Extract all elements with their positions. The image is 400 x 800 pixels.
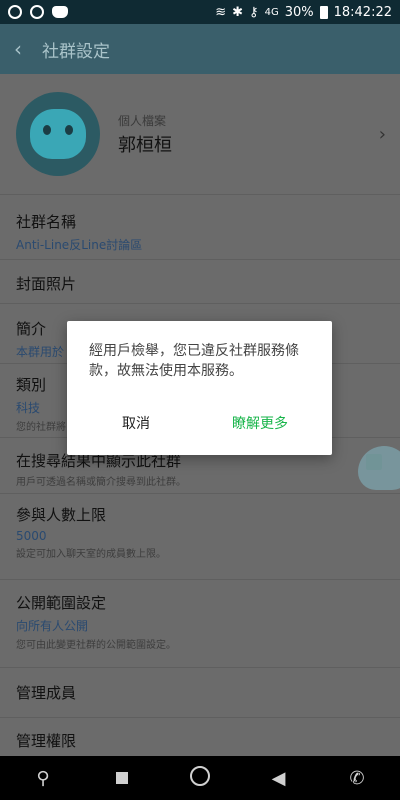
row-value: Anti-Line反Line討論區 bbox=[16, 238, 143, 252]
recent-apps-icon[interactable] bbox=[109, 768, 135, 789]
home-icon[interactable] bbox=[187, 765, 213, 791]
app-bar: ‹ 社群設定 bbox=[0, 24, 400, 74]
manage-admins-row[interactable]: 管理權限 bbox=[0, 717, 400, 756]
row-description: 您可由此變更社群的公開範圍設定。 bbox=[16, 640, 176, 651]
network-type: 4G bbox=[264, 6, 279, 18]
row-title: 社群名稱 bbox=[16, 213, 77, 231]
row-title: 管理成員 bbox=[16, 684, 77, 702]
target-icon bbox=[30, 5, 44, 19]
phone-icon[interactable]: ✆ bbox=[344, 768, 370, 789]
visibility-row[interactable]: 公開範圍設定 向所有人公開 您可由此變更社群的公開範圍設定。 bbox=[0, 579, 400, 667]
cancel-button[interactable]: 取消 bbox=[122, 413, 150, 433]
row-title: 管理權限 bbox=[16, 732, 77, 750]
profile-label: 個人檔案 bbox=[118, 113, 167, 128]
dialog-message: 經用戶檢舉，您已違反社群服務條款，故無法使用本服務。 bbox=[89, 343, 299, 379]
row-title: 封面照片 bbox=[16, 275, 77, 293]
navigation-bar: ⚲ ◀ ✆ bbox=[0, 756, 400, 800]
search-icon[interactable]: ⚲ bbox=[30, 768, 56, 789]
key-icon: ⚷ bbox=[249, 4, 259, 20]
row-description: 設定可加入聊天室的成員數上限。 bbox=[16, 549, 166, 560]
row-title: 公開範圍設定 bbox=[16, 594, 107, 612]
community-name-row[interactable]: 社群名稱 Anti-Line反Line討論區 bbox=[0, 194, 400, 259]
bluetooth-icon: ✱ bbox=[232, 4, 244, 20]
page-title: 社群設定 bbox=[42, 41, 110, 62]
battery-percent: 30% bbox=[284, 4, 314, 20]
status-bar: ≋ ✱ ⚷ 4G 30% 18:42:22 bbox=[0, 0, 400, 24]
cover-photo-row[interactable]: 封面照片 bbox=[0, 259, 400, 303]
profile-row[interactable]: 個人檔案 郭桓桓 › bbox=[0, 74, 400, 194]
manage-members-row[interactable]: 管理成員 bbox=[0, 667, 400, 717]
cat-avatar-icon bbox=[30, 109, 86, 159]
profile-name: 郭桓桓 bbox=[118, 134, 172, 156]
battery-icon bbox=[319, 5, 328, 19]
avatar bbox=[16, 92, 100, 176]
back-arrow-icon[interactable]: ‹ bbox=[14, 37, 36, 61]
row-description: 用戶可透過名稱或簡介搜尋到此社群。 bbox=[16, 477, 186, 488]
member-limit-row[interactable]: 參與人數上限 5000 設定可加入聊天室的成員數上限。 bbox=[0, 493, 400, 579]
row-title: 參與人數上限 bbox=[16, 506, 107, 524]
row-value: 5000 bbox=[16, 529, 47, 543]
wifi-icon: ≋ bbox=[215, 4, 227, 20]
sync-icon bbox=[8, 5, 22, 19]
learn-more-button[interactable]: 瞭解更多 bbox=[232, 413, 288, 433]
row-value: 向所有人公開 bbox=[16, 619, 89, 633]
app-notification-icon bbox=[52, 6, 68, 18]
clock: 18:42:22 bbox=[333, 4, 392, 20]
back-icon[interactable]: ◀ bbox=[266, 768, 292, 789]
alert-dialog: 經用戶檢舉，您已違反社群服務條款，故無法使用本服務。 取消 瞭解更多 bbox=[67, 321, 332, 455]
chevron-right-icon: › bbox=[378, 124, 386, 145]
